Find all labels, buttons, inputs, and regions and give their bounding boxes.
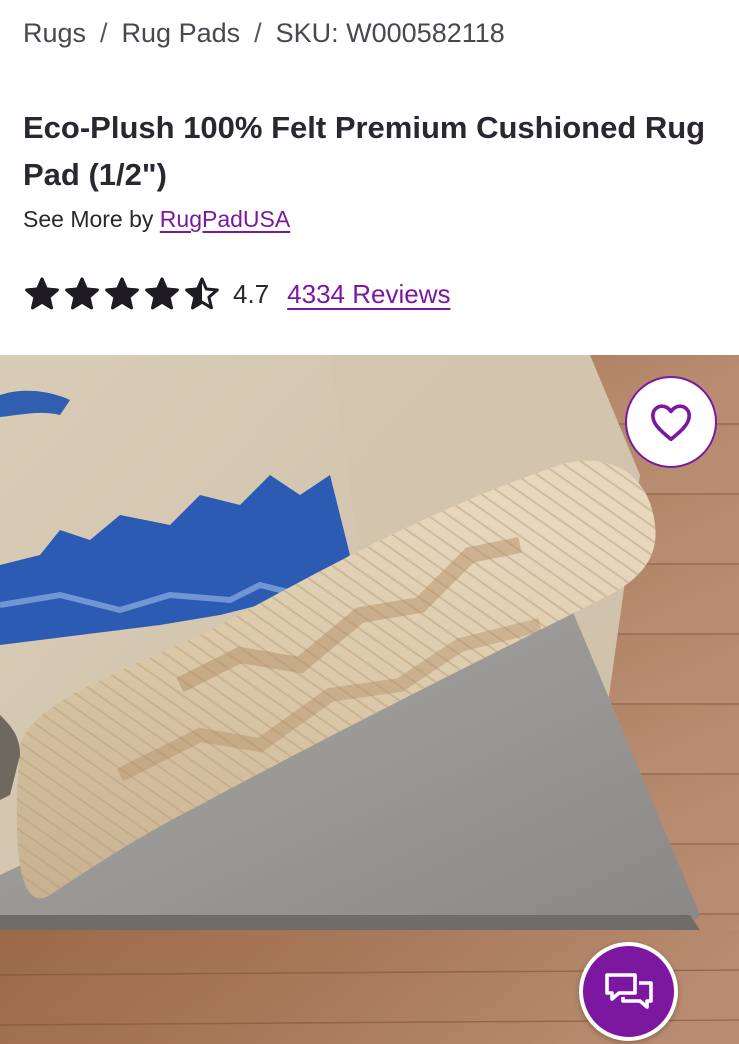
star-icon [185,277,219,310]
star-icon [25,277,59,310]
chat-bubbles-icon [604,972,653,1009]
reviews-link[interactable]: 4334 Reviews [287,279,450,310]
star-icon [145,277,179,310]
see-more-by: See More by RugPadUSA [23,206,290,233]
rating-stars [24,276,220,312]
star-icon [105,277,139,310]
breadcrumb-separator: / [254,18,262,48]
product-title: Eco-Plush 100% Felt Premium Cushioned Ru… [23,110,706,192]
breadcrumb-separator: / [100,18,108,48]
breadcrumb-item-rugs[interactable]: Rugs [23,18,86,49]
heart-icon [650,404,691,442]
favorite-button[interactable] [625,376,717,468]
chat-button[interactable] [579,942,678,1041]
star-icon [65,277,99,310]
product-photo [0,355,739,1044]
brand-link[interactable]: RugPadUSA [160,206,290,232]
product-rating: 4.7 4334 Reviews [24,276,450,312]
breadcrumb-item-sku: SKU: W000582118 [275,18,505,48]
product-image[interactable] [0,355,739,1044]
breadcrumb: Rugs / Rug Pads / SKU: W000582118 [23,18,505,49]
see-more-label: See More by [23,206,154,232]
breadcrumb-item-rug-pads[interactable]: Rug Pads [122,18,241,49]
rating-value: 4.7 [233,278,270,309]
